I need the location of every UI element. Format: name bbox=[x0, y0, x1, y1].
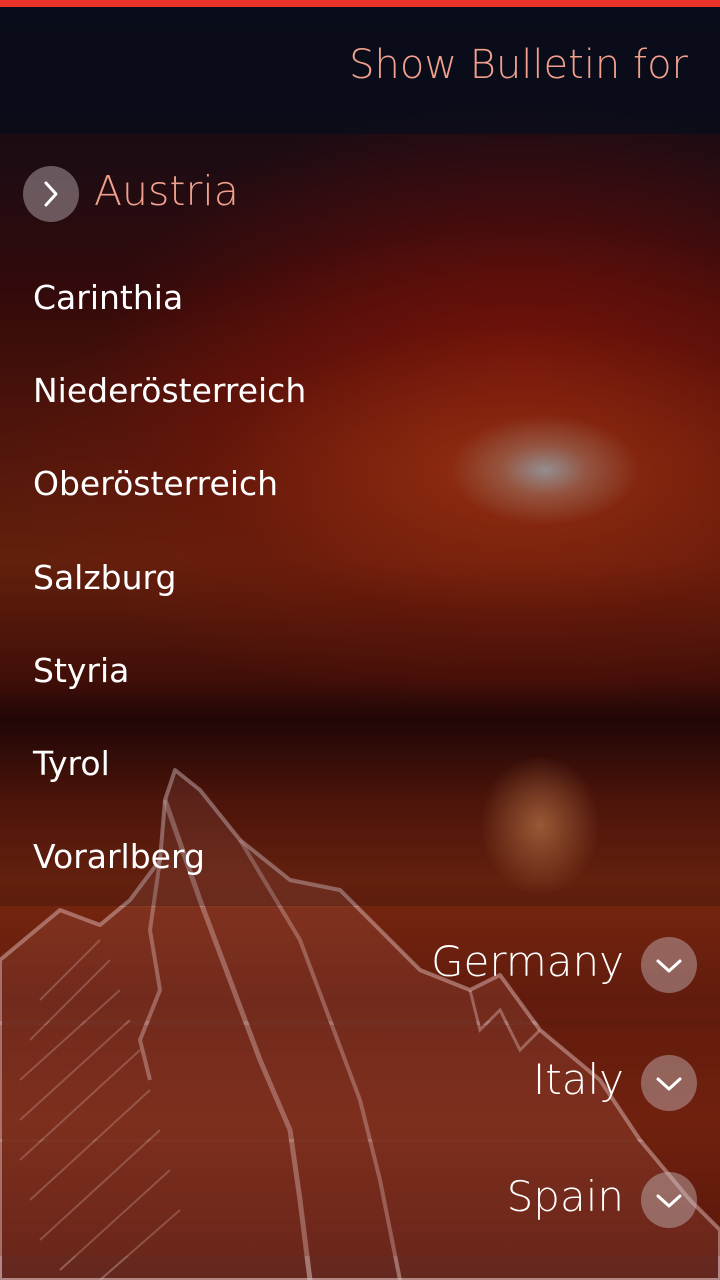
expand-austria-button[interactable] bbox=[23, 166, 79, 222]
region-item-vorarlberg[interactable]: Vorarlberg bbox=[0, 813, 720, 906]
country-row-italy[interactable]: Italy bbox=[0, 1025, 720, 1139]
region-item-oberosterreich[interactable]: Oberösterreich bbox=[0, 440, 720, 533]
chevron-down-icon bbox=[656, 1077, 682, 1091]
chevron-right-icon bbox=[44, 181, 58, 207]
region-label: Salzburg bbox=[33, 558, 177, 597]
country-label: Germany bbox=[430, 937, 624, 986]
region-label: Vorarlberg bbox=[33, 837, 205, 876]
region-item-niederosterreich[interactable]: Niederösterreich bbox=[0, 347, 720, 440]
region-label: Niederösterreich bbox=[33, 371, 307, 410]
region-label: Carinthia bbox=[33, 278, 184, 317]
app-screen: Show Bulletin for Austria Carinthia Nied… bbox=[0, 0, 720, 1280]
chevron-down-icon bbox=[656, 959, 682, 973]
chevron-down-icon bbox=[656, 1194, 682, 1208]
region-label: Oberösterreich bbox=[33, 464, 279, 503]
region-item-styria[interactable]: Styria bbox=[0, 627, 720, 720]
page-header: Show Bulletin for bbox=[0, 7, 720, 134]
region-item-carinthia[interactable]: Carinthia bbox=[0, 254, 720, 347]
region-item-tyrol[interactable]: Tyrol bbox=[0, 720, 720, 813]
page-title: Show Bulletin for bbox=[349, 42, 688, 88]
country-row-germany[interactable]: Germany bbox=[0, 907, 720, 1021]
region-label: Tyrol bbox=[33, 744, 110, 783]
country-label: Italy bbox=[532, 1055, 624, 1104]
country-section-austria: Austria Carinthia Niederösterreich Oberö… bbox=[0, 134, 720, 906]
country-row-spain[interactable]: Spain bbox=[0, 1142, 720, 1256]
country-header-austria[interactable]: Austria bbox=[0, 134, 720, 254]
country-label: Spain bbox=[506, 1172, 624, 1221]
expand-italy-button[interactable] bbox=[641, 1055, 697, 1111]
expand-spain-button[interactable] bbox=[641, 1172, 697, 1228]
expand-germany-button[interactable] bbox=[641, 937, 697, 993]
top-accent-bar bbox=[0, 0, 720, 7]
region-label: Styria bbox=[33, 651, 130, 690]
country-title-austria: Austria bbox=[94, 167, 239, 215]
region-item-salzburg[interactable]: Salzburg bbox=[0, 534, 720, 627]
